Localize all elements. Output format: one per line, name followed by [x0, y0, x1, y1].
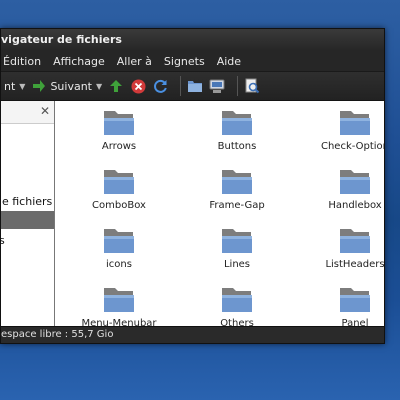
- search-button[interactable]: [244, 78, 260, 94]
- folder-item[interactable]: ComboBox: [64, 168, 174, 211]
- forward-button[interactable]: Suivant ▼: [31, 78, 102, 94]
- folder-icon: [338, 227, 372, 255]
- sidebar-item-label: s: [1, 234, 5, 247]
- folder-icon: [220, 109, 254, 137]
- up-button[interactable]: [108, 78, 124, 94]
- folder-label: Arrows: [101, 141, 137, 152]
- window-titlebar[interactable]: vigateur de fichiers: [1, 29, 384, 51]
- folder-item[interactable]: Lines: [182, 227, 292, 270]
- folder-item[interactable]: Frame-Gap: [182, 168, 292, 211]
- folder-label: Frame-Gap: [209, 200, 265, 211]
- toolbar-separator: [180, 76, 182, 96]
- statusbar: espace libre : 55,7 Gio: [1, 326, 384, 343]
- folder-label: Check-Option: [320, 141, 384, 152]
- up-arrow-icon: [108, 78, 124, 94]
- folder-label: icons: [106, 259, 132, 270]
- folder-item[interactable]: Handlebox: [300, 168, 384, 211]
- back-label: nt: [4, 79, 16, 93]
- folder-label: Buttons: [217, 141, 257, 152]
- folder-item[interactable]: ListHeaders: [300, 227, 384, 270]
- sidebar-item-other[interactable]: s: [1, 234, 5, 247]
- folder-label: Handlebox: [328, 200, 382, 211]
- window-title: vigateur de fichiers: [1, 33, 122, 46]
- folder-item[interactable]: Buttons: [182, 109, 292, 152]
- folder-icon: [338, 286, 372, 314]
- home-button[interactable]: [187, 78, 203, 94]
- panes: ✕ de fichiers s Arrows Buttons Check-Optio…: [1, 101, 384, 327]
- folder-icon: [102, 168, 136, 196]
- arrow-right-icon: [31, 78, 47, 94]
- chevron-down-icon[interactable]: ▼: [96, 82, 102, 91]
- folder-item[interactable]: Check-Option: [300, 109, 384, 152]
- search-icon: [244, 78, 260, 94]
- free-space-text: espace libre : 55,7 Gio: [1, 329, 114, 340]
- chevron-down-icon[interactable]: ▼: [19, 82, 25, 91]
- folder-icon: [220, 227, 254, 255]
- toolbar: nt ▼ Suivant ▼: [1, 72, 384, 101]
- menu-affichage[interactable]: Affichage: [47, 55, 111, 68]
- folder-icon: [220, 168, 254, 196]
- folder-label: ComboBox: [92, 200, 146, 211]
- folder-label: Lines: [223, 259, 251, 270]
- sidebar: ✕ de fichiers s: [1, 101, 55, 327]
- folder-label: ListHeaders: [325, 259, 384, 270]
- reload-icon: [152, 78, 168, 94]
- toolbar-separator: [237, 76, 239, 96]
- computer-button[interactable]: [209, 78, 225, 94]
- folder-item[interactable]: Arrows: [64, 109, 174, 152]
- file-manager-window: vigateur de fichiers Édition Affichage A…: [0, 28, 385, 344]
- folder-icon: [102, 286, 136, 314]
- sidebar-item-file-system[interactable]: de fichiers: [1, 195, 52, 208]
- sidebar-header: ✕: [1, 101, 54, 124]
- folder-item[interactable]: Menu-Menubar: [64, 286, 174, 327]
- menu-aller[interactable]: Aller à: [111, 55, 158, 68]
- stop-button[interactable]: [130, 78, 146, 94]
- folder-item[interactable]: Others: [182, 286, 292, 327]
- menu-edition[interactable]: Édition: [1, 55, 47, 68]
- forward-label: Suivant: [50, 79, 92, 93]
- folder-item[interactable]: Panel: [300, 286, 384, 327]
- folder-icon: [338, 168, 372, 196]
- folder-item[interactable]: icons: [64, 227, 174, 270]
- folder-icon: [102, 109, 136, 137]
- folder-icon: [338, 109, 372, 137]
- menubar: Édition Affichage Aller à Signets Aide: [1, 51, 384, 72]
- stop-icon: [130, 78, 146, 94]
- sidebar-item-selected[interactable]: [1, 211, 54, 229]
- folder-icon: [220, 286, 254, 314]
- folder-icon: [102, 227, 136, 255]
- home-folder-icon: [187, 78, 203, 94]
- computer-icon: [209, 78, 225, 94]
- file-view: Arrows Buttons Check-Option ComboBox Frame-G…: [55, 101, 384, 327]
- back-button[interactable]: nt ▼: [1, 80, 25, 93]
- close-icon[interactable]: ✕: [40, 104, 50, 118]
- reload-button[interactable]: [152, 78, 168, 94]
- menu-signets[interactable]: Signets: [158, 55, 211, 68]
- menu-aide[interactable]: Aide: [211, 55, 247, 68]
- sidebar-item-label: de fichiers: [1, 195, 53, 208]
